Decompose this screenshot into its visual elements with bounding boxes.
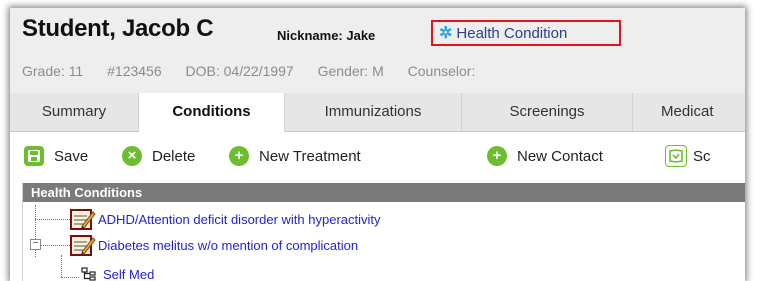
add-contact-icon: + — [487, 146, 507, 166]
gender-label: Gender: M — [317, 63, 384, 79]
collapse-toggle[interactable]: − — [30, 239, 41, 250]
delete-label: Delete — [152, 147, 196, 165]
tab-medications[interactable]: Medicat — [633, 93, 745, 131]
condition-label: ADHD/Attention deficit disorder with hyp… — [98, 212, 381, 227]
tab-conditions[interactable]: Conditions — [139, 93, 285, 132]
health-flag-label: Health Condition — [456, 24, 568, 42]
student-header: Student, Jacob C Nickname: Jake ✲ Health… — [10, 8, 745, 93]
tree-connector — [35, 219, 70, 220]
tree-connector — [61, 255, 62, 277]
grade-label: Grade: 11 — [22, 63, 84, 79]
condition-icon — [70, 234, 96, 257]
delete-icon: × — [122, 146, 142, 166]
condition-icon — [70, 208, 96, 231]
tree-connector — [61, 277, 79, 278]
treatment-label: Self Med — [103, 267, 155, 281]
tab-summary[interactable]: Summary — [10, 93, 139, 131]
schedule-button[interactable]: Sc — [665, 144, 711, 168]
tree-connector — [40, 245, 70, 246]
tree-item-adhd[interactable]: ADHD/Attention deficit disorder with hyp… — [70, 208, 381, 231]
save-label: Save — [54, 147, 89, 165]
student-nickname: Nickname: Jake — [277, 28, 376, 43]
student-name: Student, Jacob C — [22, 15, 214, 42]
tab-bar: Summary Conditions Immunizations Screeni… — [10, 93, 745, 132]
health-condition-flag[interactable]: ✲ Health Condition — [431, 20, 621, 46]
add-icon: + — [229, 146, 249, 166]
condition-label: Diabetes melitus w/o mention of complica… — [98, 238, 359, 253]
tree-item-diabetes[interactable]: Diabetes melitus w/o mention of complica… — [70, 234, 358, 257]
schedule-label: Sc — [693, 147, 711, 165]
hierarchy-icon — [81, 267, 97, 281]
health-flag-icon: ✲ — [439, 25, 453, 42]
new-treatment-button[interactable]: + New Treatment — [229, 144, 361, 168]
tree-header: Health Conditions — [23, 183, 745, 202]
new-contact-label: New Contact — [517, 147, 603, 165]
save-icon — [24, 146, 44, 166]
student-id: #123456 — [107, 63, 162, 79]
tab-screenings[interactable]: Screenings — [462, 93, 633, 131]
new-treatment-label: New Treatment — [259, 147, 361, 165]
student-window: Student, Jacob C Nickname: Jake ✲ Health… — [10, 8, 745, 281]
dob-label: DOB: 04/22/1997 — [185, 63, 294, 79]
save-button[interactable]: Save — [24, 144, 88, 168]
counselor-label: Counselor: — [407, 63, 476, 79]
action-toolbar: Save × Delete + New Treatment + New Cont… — [10, 132, 745, 180]
tab-immunizations[interactable]: Immunizations — [285, 93, 462, 131]
new-contact-button[interactable]: + New Contact — [487, 144, 603, 168]
health-conditions-tree: Health Conditions ADHD/Attention deficit… — [22, 183, 745, 281]
student-meta: Grade: 11 #123456 DOB: 04/22/1997 Gender… — [22, 63, 495, 79]
tree-item-self-med[interactable]: Self Med — [81, 267, 154, 281]
schedule-icon — [665, 145, 687, 167]
delete-button[interactable]: × Delete — [122, 144, 195, 168]
